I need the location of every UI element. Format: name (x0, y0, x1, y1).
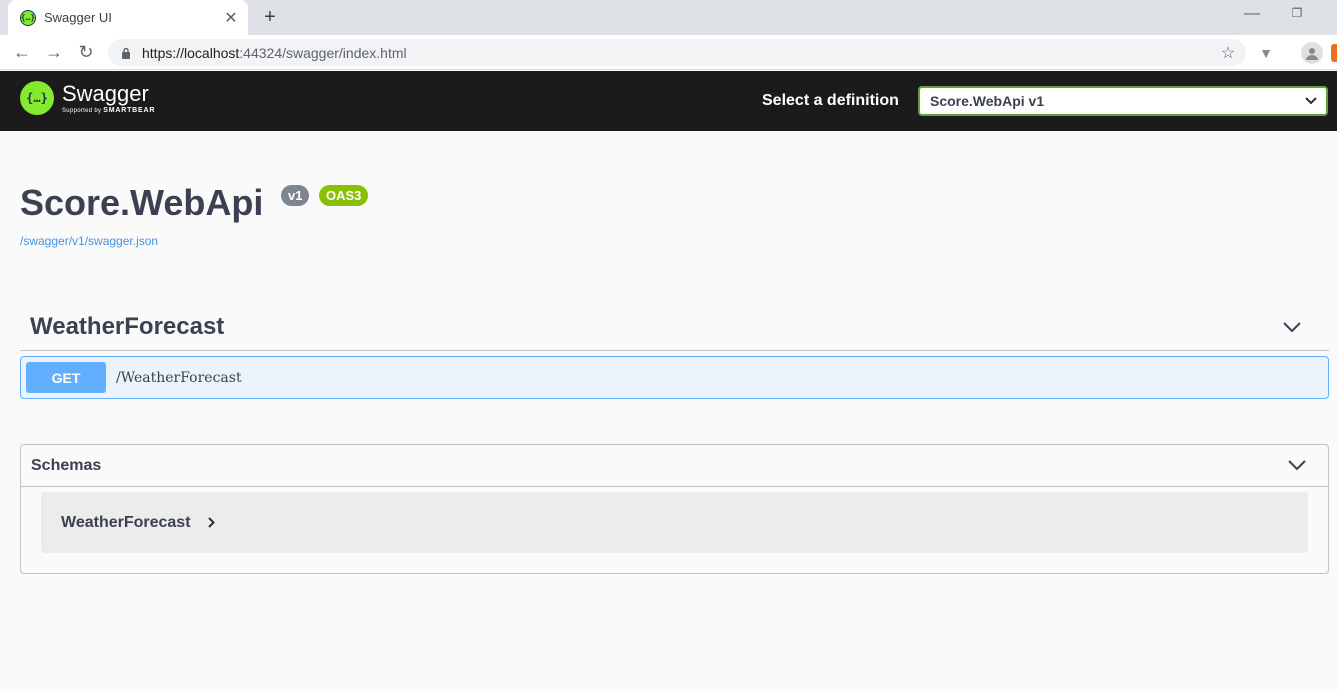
url-text[interactable]: https://localhost:44324/swagger/index.ht… (142, 45, 1216, 61)
browser-tab[interactable]: {…} Swagger UI ✕ (8, 0, 248, 35)
tag-section-weatherforecast[interactable]: WeatherForecast (20, 304, 1329, 351)
spec-json-link[interactable]: /swagger/v1/swagger.json (20, 234, 158, 248)
oas-badge: OAS3 (319, 185, 369, 206)
swagger-logo[interactable]: {…} Swagger Supported by SMARTBEAR (20, 81, 155, 115)
swagger-topbar: {…} Swagger Supported by SMARTBEAR Selec… (0, 71, 1337, 131)
chevron-down-icon (1296, 88, 1326, 114)
schemas-title: Schemas (31, 456, 102, 474)
logo-subtitle: Supported by SMARTBEAR (62, 107, 155, 114)
new-tab-icon[interactable]: + (259, 6, 281, 28)
back-arrow-icon[interactable]: ← (10, 40, 34, 64)
chevron-right-icon[interactable] (205, 516, 219, 530)
schemas-section: Schemas WeatherForecast (20, 444, 1329, 574)
swagger-logo-icon: {…} (20, 81, 54, 115)
definition-label: Select a definition (762, 92, 899, 109)
tab-title: Swagger UI (44, 10, 112, 25)
address-bar[interactable]: https://localhost:44324/swagger/index.ht… (108, 39, 1246, 66)
bookmark-star-icon[interactable]: ☆ (1216, 41, 1240, 65)
method-badge: GET (26, 362, 106, 393)
close-tab-icon[interactable]: ✕ (222, 9, 240, 27)
version-badge: v1 (281, 185, 310, 206)
definition-select[interactable]: Score.WebApi v1 (918, 86, 1328, 116)
api-title: Score.WebApi (20, 182, 264, 223)
extension-icon[interactable]: ▼ (1256, 43, 1276, 63)
schemas-header[interactable]: Schemas (21, 445, 1328, 487)
browser-menu-icon[interactable] (1331, 44, 1337, 62)
forward-arrow-icon[interactable]: → (42, 40, 66, 64)
browser-toolbar: ← → ↻ https://localhost:44324/swagger/in… (0, 35, 1337, 70)
profile-avatar-icon[interactable] (1301, 42, 1323, 64)
chevron-down-icon[interactable] (1277, 312, 1307, 342)
url-host: https://localhost (142, 44, 240, 61)
swagger-favicon-icon: {…} (20, 9, 36, 26)
logo-sub-brand: SMARTBEAR (103, 107, 156, 114)
tag-name: WeatherForecast (30, 313, 225, 340)
url-path: :44324/swagger/index.html (239, 44, 407, 61)
lock-icon (120, 46, 132, 60)
logo-text: Swagger Supported by SMARTBEAR (62, 81, 155, 115)
minimize-window-icon[interactable]: — (1240, 5, 1264, 25)
operation-path: /WeatherForecast (116, 369, 242, 386)
logo-sub-prefix: Supported by (62, 108, 102, 114)
restore-window-icon[interactable]: ❐ (1285, 6, 1309, 26)
operation-get-weatherforecast[interactable]: GET /WeatherForecast (20, 356, 1329, 399)
reload-icon[interactable]: ↻ (74, 40, 98, 64)
definition-value: Score.WebApi v1 (930, 93, 1045, 109)
model-name: WeatherForecast (61, 513, 191, 531)
logo-name: Swagger (62, 81, 149, 106)
chevron-down-icon[interactable] (1282, 451, 1312, 481)
browser-tabstrip: {…} Swagger UI ✕ + — ❐ (0, 0, 1337, 35)
model-weatherforecast[interactable]: WeatherForecast (41, 492, 1308, 553)
